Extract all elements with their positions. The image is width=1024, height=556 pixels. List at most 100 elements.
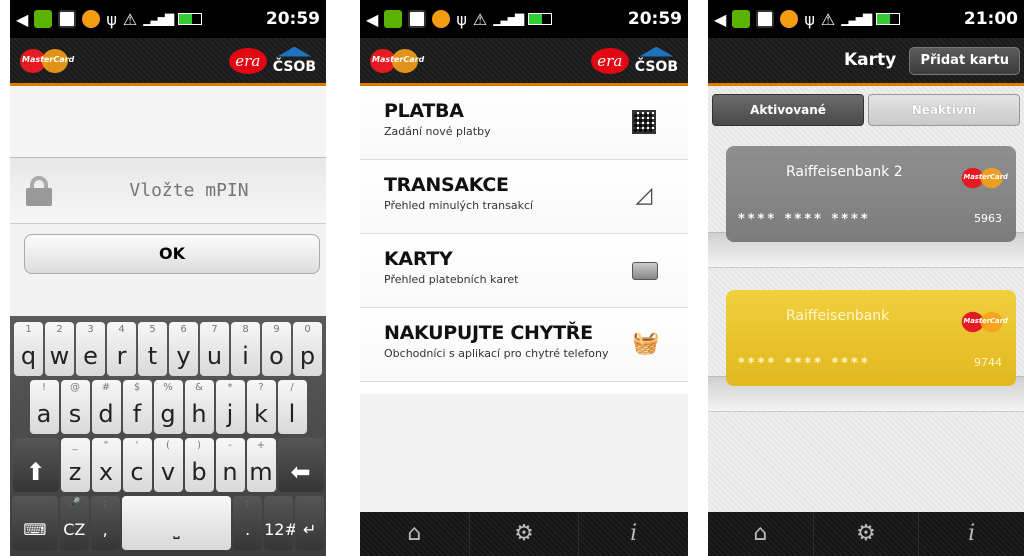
- key-i[interactable]: 8i: [231, 322, 260, 376]
- app-header: Karty Přidat kartu: [708, 38, 1024, 86]
- card-bank: Raiffeisenbank: [786, 308, 890, 324]
- key-x[interactable]: " x: [91, 438, 121, 492]
- era-logo: era: [590, 47, 629, 74]
- page-title: Karty: [844, 50, 897, 70]
- key-h[interactable]: & h: [184, 380, 214, 434]
- key-period[interactable]: :.: [233, 496, 263, 550]
- key-f[interactable]: $ f: [122, 380, 152, 434]
- symbols-key[interactable]: 12#: [264, 496, 298, 550]
- key-m[interactable]: + m: [246, 438, 276, 492]
- mastercard-logo: MasterCard: [961, 311, 1008, 333]
- status-time: 20:59: [627, 9, 682, 29]
- key-k[interactable]: ? k: [246, 380, 276, 434]
- card-last4: 9744: [974, 356, 1002, 369]
- key-y[interactable]: 6y: [169, 322, 198, 376]
- space-key[interactable]: ⎵: [121, 496, 232, 550]
- blank-area: [10, 86, 326, 158]
- gear-icon[interactable]: ⚙: [814, 512, 920, 556]
- phone-menu-screen: ◀ ψ ⚠ ▁▃▅▇ 20:59 MasterCard era ČSOB PLA…: [360, 0, 688, 556]
- pin-row: [10, 158, 326, 224]
- signal-icon: ▁▃▅▇: [493, 12, 524, 26]
- key-s[interactable]: @ s: [60, 380, 90, 434]
- home-icon[interactable]: ⌂: [360, 512, 470, 556]
- pin-area: OK: [10, 86, 326, 316]
- key-v[interactable]: (v: [153, 438, 183, 492]
- status-bar: ◀ ψ ⚠ ▁▃▅▇ 20:59: [10, 0, 326, 38]
- key-p[interactable]: 0p: [293, 322, 322, 376]
- notes-icon: [408, 10, 427, 28]
- key-c[interactable]: ' c: [122, 438, 152, 492]
- menu-item-platba[interactable]: PLATBA Zadání nové platby: [360, 86, 688, 160]
- lock-icon: [26, 175, 52, 206]
- usb-icon: ψ: [106, 9, 117, 29]
- key-d[interactable]: # d: [91, 380, 121, 434]
- key-w[interactable]: 2w: [45, 322, 74, 376]
- microphone-icon[interactable]: 🎤 CZ: [59, 496, 89, 550]
- info-icon[interactable]: i: [919, 512, 1024, 556]
- card-masked-number: **** **** ****: [738, 356, 871, 371]
- card-item[interactable]: Raiffeisenbank MasterCard **** **** ****…: [726, 290, 1016, 386]
- key-e[interactable]: 3e: [76, 322, 105, 376]
- key-n[interactable]: -n: [215, 438, 245, 492]
- keyboard-icon[interactable]: ⌨: [12, 496, 58, 550]
- menu-item-subtitle: Zadání nové platby: [384, 125, 491, 138]
- ok-button[interactable]: OK: [24, 234, 320, 274]
- key-l[interactable]: / l: [277, 380, 307, 434]
- usb-icon: ψ: [804, 9, 815, 29]
- backspace-key[interactable]: ⬅: [277, 438, 324, 492]
- card-item[interactable]: Raiffeisenbank 2 MasterCard **** **** **…: [726, 146, 1016, 242]
- home-icon[interactable]: ⌂: [708, 512, 814, 556]
- menu-item-subtitle: Obchodníci s aplikací pro chytré telefon…: [384, 347, 609, 360]
- cards-area: Aktivované Neaktivní Raiffeisenbank 2 Ma…: [708, 86, 1024, 512]
- key-t[interactable]: 5t: [138, 322, 167, 376]
- menu-item-subtitle: Přehled platebních karet: [384, 273, 519, 286]
- back-icon: ◀: [714, 9, 727, 29]
- phone-cards-screen: ◀ ψ ⚠ ▁▃▅▇ 21:00 Karty Přidat kartu Akti…: [708, 0, 1024, 556]
- key-q[interactable]: 1q: [14, 322, 43, 376]
- app-icon: [732, 10, 751, 28]
- battery-icon: [876, 13, 901, 25]
- card-tabs: Aktivované Neaktivní: [708, 86, 1024, 134]
- warning-icon: ⚠: [472, 9, 488, 29]
- key-j[interactable]: * j: [215, 380, 245, 434]
- card-last4: 5963: [974, 212, 1002, 225]
- notes-icon: [58, 10, 77, 28]
- basket-icon: 🧺: [632, 331, 660, 356]
- key-comma[interactable]: ;,: [90, 496, 120, 550]
- key-u[interactable]: 7u: [200, 322, 229, 376]
- key-z[interactable]: _ z: [60, 438, 90, 492]
- tab-inactive[interactable]: Neaktivní: [868, 94, 1020, 126]
- warning-icon: ⚠: [122, 9, 138, 29]
- mastercard-logo: MasterCard: [961, 167, 1008, 189]
- add-card-button[interactable]: Přidat kartu: [909, 47, 1020, 75]
- gear-icon[interactable]: ⚙: [470, 512, 580, 556]
- empty-area: [360, 394, 688, 512]
- notification-icon: [82, 10, 101, 28]
- status-bar: ◀ ψ ⚠ ▁▃▅▇ 21:00: [708, 0, 1024, 38]
- key-b[interactable]: ) b: [184, 438, 214, 492]
- pin-input[interactable]: [52, 180, 326, 201]
- back-icon: ◀: [366, 9, 379, 29]
- phone-pin-screen: ◀ ψ ⚠ ▁▃▅▇ 20:59 MasterCard era ČSOB OK …: [10, 0, 326, 556]
- menu-item-title: PLATBA: [384, 100, 464, 122]
- signal-icon: ▁▃▅▇: [841, 12, 872, 26]
- key-r[interactable]: 4r: [107, 322, 136, 376]
- card-masked-number: **** **** ****: [738, 212, 871, 227]
- back-icon: ◀: [16, 9, 29, 29]
- info-icon[interactable]: i: [579, 512, 688, 556]
- menu-item-transakce[interactable]: TRANSAKCE Přehled minulých transakcí ◿: [360, 160, 688, 234]
- usb-icon: ψ: [456, 9, 467, 29]
- key-a[interactable]: ! a: [29, 380, 59, 434]
- status-time: 21:00: [963, 9, 1018, 29]
- menu-item-karty[interactable]: KARTY Přehled platebních karet: [360, 234, 688, 308]
- enter-key[interactable]: ↵: [295, 496, 324, 550]
- csob-logo: ČSOB: [273, 46, 316, 75]
- menu-item-nakupujte[interactable]: NAKUPUJTE CHYTŘE Obchodníci s aplikací p…: [360, 308, 688, 382]
- tab-active[interactable]: Aktivované: [712, 94, 864, 126]
- shift-key[interactable]: ⬆: [12, 438, 59, 492]
- status-bar: ◀ ψ ⚠ ▁▃▅▇ 20:59: [360, 0, 688, 38]
- battery-icon: [528, 13, 553, 25]
- key-o[interactable]: 9o: [262, 322, 291, 376]
- key-g[interactable]: % g: [153, 380, 183, 434]
- battery-icon: [178, 13, 203, 25]
